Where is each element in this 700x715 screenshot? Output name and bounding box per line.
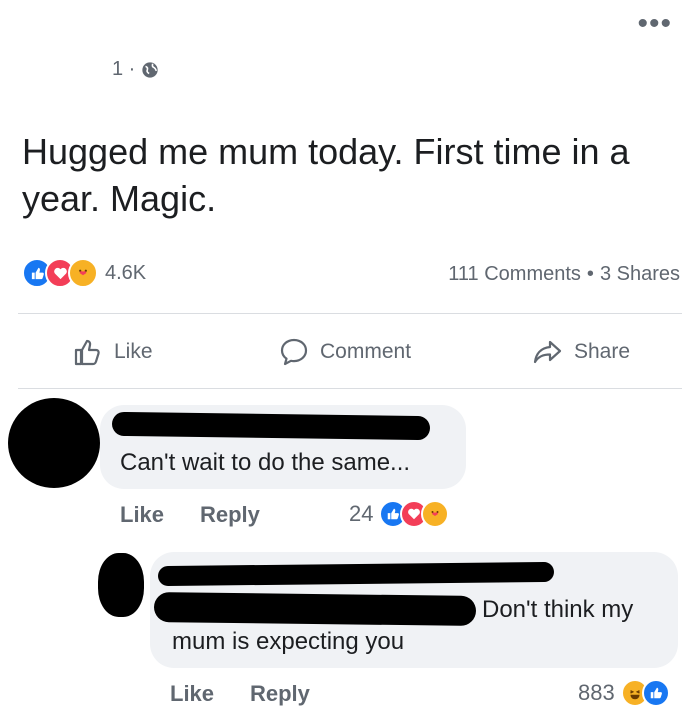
share-label: Share <box>574 340 631 363</box>
more-options-icon[interactable]: ••• <box>637 9 672 39</box>
shares-count-link[interactable]: 3 Shares <box>600 263 680 286</box>
comment-reply-button[interactable]: Reply <box>200 502 260 528</box>
care-reaction-icon <box>421 500 450 528</box>
post-meta: 1 · <box>112 58 159 81</box>
comment-like-button[interactable]: Like <box>120 502 164 528</box>
share-button[interactable]: Share <box>532 336 630 368</box>
share-arrow-icon <box>533 340 562 364</box>
separator-dot: • <box>586 263 594 285</box>
redacted-commenter-name <box>157 561 555 587</box>
like-button[interactable]: Like <box>72 336 153 368</box>
divider <box>18 388 682 389</box>
engagement-counts: 111 Comments • 3 Shares <box>448 263 680 286</box>
divider <box>18 313 682 314</box>
comment-button[interactable]: Comment <box>278 336 411 368</box>
comment-reaction-count: 883 <box>578 680 615 705</box>
comment-label: Comment <box>320 340 412 363</box>
comment-text: Can't wait to do the same... <box>120 449 411 476</box>
post-text: Hugged me mum today. First time in a yea… <box>22 131 630 219</box>
redacted-author-avatar <box>0 36 108 118</box>
comment-like-button[interactable]: Like <box>170 681 214 707</box>
redacted-author-name <box>0 0 528 39</box>
comment-reply-button[interactable]: Reply <box>250 681 310 707</box>
redacted-avatar <box>8 398 100 488</box>
redacted-avatar <box>98 553 144 617</box>
comments-count-link[interactable]: 111 Comments <box>448 263 581 286</box>
reaction-count: 4.6K <box>105 261 147 284</box>
comment-reactions[interactable]: 24 <box>349 500 450 528</box>
care-reaction-icon <box>68 258 98 288</box>
comment-reaction-count: 24 <box>349 501 374 526</box>
redacted-mention <box>153 592 477 626</box>
comment-reactions[interactable]: 883 <box>578 679 670 707</box>
like-label: Like <box>114 340 153 363</box>
thumbs-up-icon <box>74 339 100 366</box>
post-timestamp[interactable]: 1 · <box>112 58 135 81</box>
comment-bubble-icon <box>280 338 308 366</box>
comment-text-line1: Don't think my <box>482 596 634 623</box>
redacted-commenter-name <box>111 411 431 441</box>
globe-icon <box>142 61 158 78</box>
comment-text-line2: mum is expecting you <box>172 628 405 655</box>
like-reaction-icon <box>641 679 670 707</box>
reaction-summary[interactable]: 4.6K <box>22 258 146 288</box>
